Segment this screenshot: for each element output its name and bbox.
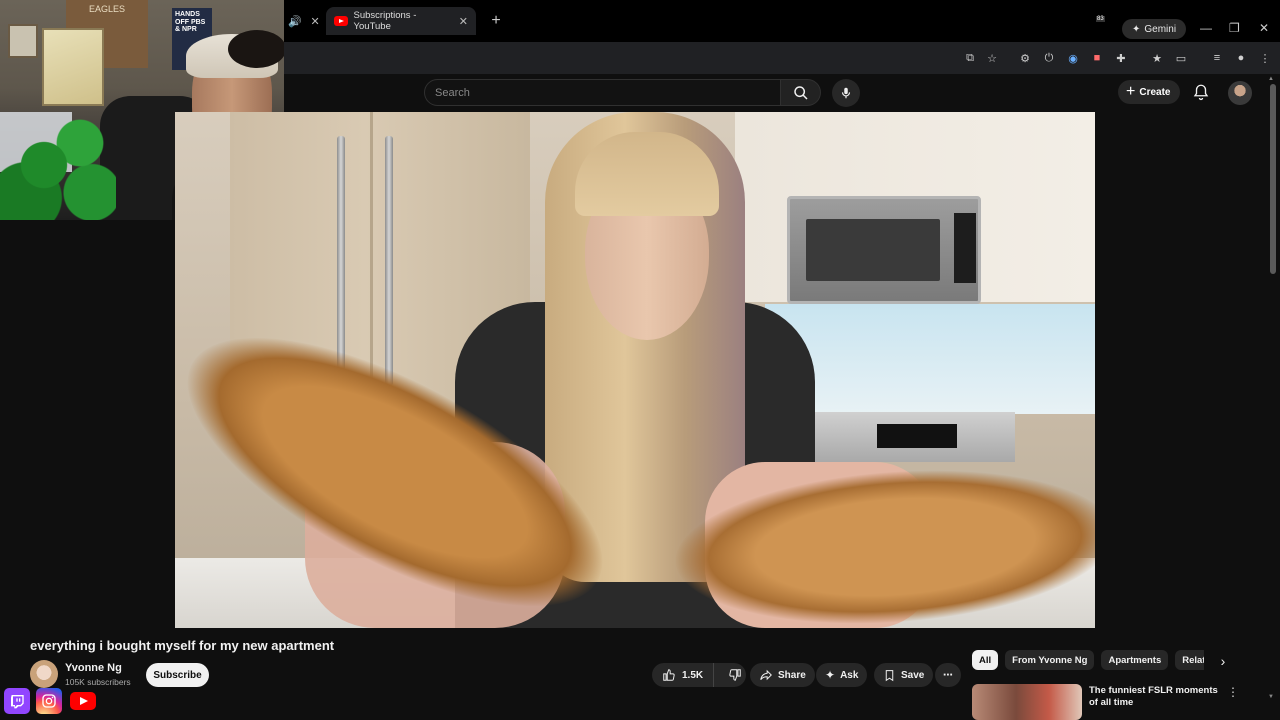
stove (815, 412, 1015, 462)
save-label: Save (901, 669, 925, 681)
instagram-icon (36, 688, 62, 714)
extension-badge: 83 (1096, 16, 1105, 22)
chevron-right-icon[interactable]: › (1214, 652, 1232, 670)
tab-subscriptions-youtube[interactable]: Subscriptions - YouTube ✕ (326, 7, 476, 35)
account-avatar[interactable] (1228, 81, 1252, 105)
gemini-button[interactable]: ✦ Gemini (1122, 19, 1187, 39)
like-count: 1.5K (682, 669, 704, 681)
thumbs-down-icon (729, 669, 741, 681)
install-app-icon[interactable]: ⧉ (962, 50, 978, 66)
more-actions-button[interactable]: ⋯ (935, 663, 961, 687)
power-icon[interactable]: ⏻ (1041, 50, 1057, 66)
profile-icon[interactable]: ● (1233, 50, 1249, 66)
microwave (787, 196, 981, 304)
youtube-icon (68, 688, 98, 714)
channel-name[interactable]: Yvonne Ng (65, 662, 122, 674)
share-arrow-icon (760, 669, 772, 681)
dislike-button[interactable] (719, 663, 751, 687)
audio-extension-icon[interactable]: ◉ (1065, 50, 1081, 66)
chip-from-channel[interactable]: From Yvonne Ng (1005, 650, 1095, 670)
like-dislike-group: 1.5K (652, 663, 746, 687)
sparkle-icon: ✦ (1132, 23, 1141, 35)
search-button[interactable] (781, 79, 821, 106)
chip-related[interactable]: Related (1175, 650, 1204, 670)
voice-search-button[interactable] (832, 79, 860, 107)
channel-avatar[interactable] (30, 660, 58, 688)
search-input[interactable]: Search (424, 79, 781, 106)
close-icon[interactable]: ✕ (311, 15, 320, 28)
window-close-icon[interactable]: ✕ (1259, 21, 1269, 35)
ask-button[interactable]: ✦ Ask (816, 663, 868, 687)
filter-chips: All From Yvonne Ng Apartments Related (972, 650, 1204, 672)
page-scrollbar[interactable] (1270, 84, 1276, 274)
tinsel-plant (0, 110, 116, 220)
speaker-icon: 🔊 (288, 15, 302, 28)
bookmark-star-icon[interactable]: ☆ (984, 50, 1000, 66)
microwave-keypad (954, 213, 976, 283)
youtube-favicon-icon (334, 16, 348, 26)
subscriber-count: 105K subscribers (65, 677, 131, 687)
microphone-icon (841, 87, 851, 99)
microwave-window (806, 219, 940, 281)
adblock-extension-icon[interactable]: ■ (1089, 50, 1105, 66)
extension-puzzle-icon[interactable]: ⚙ (1017, 50, 1033, 66)
close-tab-icon[interactable]: ✕ (459, 15, 468, 28)
scroll-down-arrow-icon[interactable]: ▼ (1268, 694, 1274, 700)
fridge-handle (337, 136, 345, 386)
create-label: Create (1139, 86, 1171, 98)
gemini-label: Gemini (1144, 23, 1177, 35)
side-panel-icon[interactable]: ▭ (1173, 50, 1189, 66)
wall-frame (8, 24, 38, 58)
restore-icon[interactable]: ❐ (1229, 21, 1240, 35)
like-button[interactable]: 1.5K (652, 663, 715, 687)
streamer-hair (228, 30, 284, 68)
new-tab-button[interactable]: + (482, 7, 510, 35)
share-label: Share (778, 669, 806, 681)
tab-strip: 🔊 ✕ Subscriptions - YouTube ✕ + (284, 0, 510, 42)
search-placeholder: Search (435, 86, 470, 99)
recommendation-title[interactable]: The funniest FSLR moments of all time (1089, 685, 1224, 710)
bookmarks-icon[interactable]: ★ (1149, 50, 1165, 66)
video-player[interactable] (175, 112, 1095, 628)
plus-icon: + (1126, 83, 1136, 100)
sparkle-icon: ✦ (825, 668, 836, 682)
chip-all[interactable]: All (972, 650, 999, 670)
browser-toolbar: ⧉ ☆ ⚙ ⏻ ◉ ■ ✚ ★ ▭ ≡ ● ⋮ (284, 42, 1280, 74)
kebab-menu-icon[interactable]: ⋮ (1257, 50, 1273, 66)
create-button[interactable]: + Create (1118, 80, 1181, 104)
bookmark-icon (885, 669, 894, 681)
more-horizontal-icon: ⋯ (943, 669, 953, 681)
subscribe-button[interactable]: Subscribe (146, 663, 209, 687)
social-links (4, 688, 98, 714)
stove-panel (877, 424, 957, 448)
tab-title: Subscriptions - YouTube (353, 10, 417, 32)
scroll-up-arrow-icon[interactable]: ▲ (1268, 76, 1274, 82)
notifications-bell-icon[interactable] (1192, 83, 1210, 101)
search-icon (793, 85, 808, 100)
thumbs-up-icon (663, 669, 675, 681)
media-controls-icon[interactable]: ≡ (1209, 50, 1225, 66)
save-button[interactable]: Save (874, 663, 934, 687)
youtube-header: Search + Create (284, 74, 1280, 112)
extensions-icon[interactable]: ✚ (1113, 50, 1129, 66)
video-title: everything i bought myself for my new ap… (30, 638, 335, 653)
recommendation-thumbnail[interactable] (972, 684, 1082, 720)
minimize-icon[interactable]: — (1200, 21, 1212, 35)
chip-apartments[interactable]: Apartments (1101, 650, 1169, 670)
twitch-icon (4, 688, 30, 714)
pinned-tab[interactable]: 🔊 ✕ (284, 6, 324, 36)
ask-label: Ask (840, 669, 859, 681)
kebab-menu-icon[interactable]: ⋮ (1226, 685, 1240, 699)
fridge-handle (385, 136, 393, 386)
wall-poster (42, 28, 104, 106)
share-button[interactable]: Share (750, 663, 815, 687)
